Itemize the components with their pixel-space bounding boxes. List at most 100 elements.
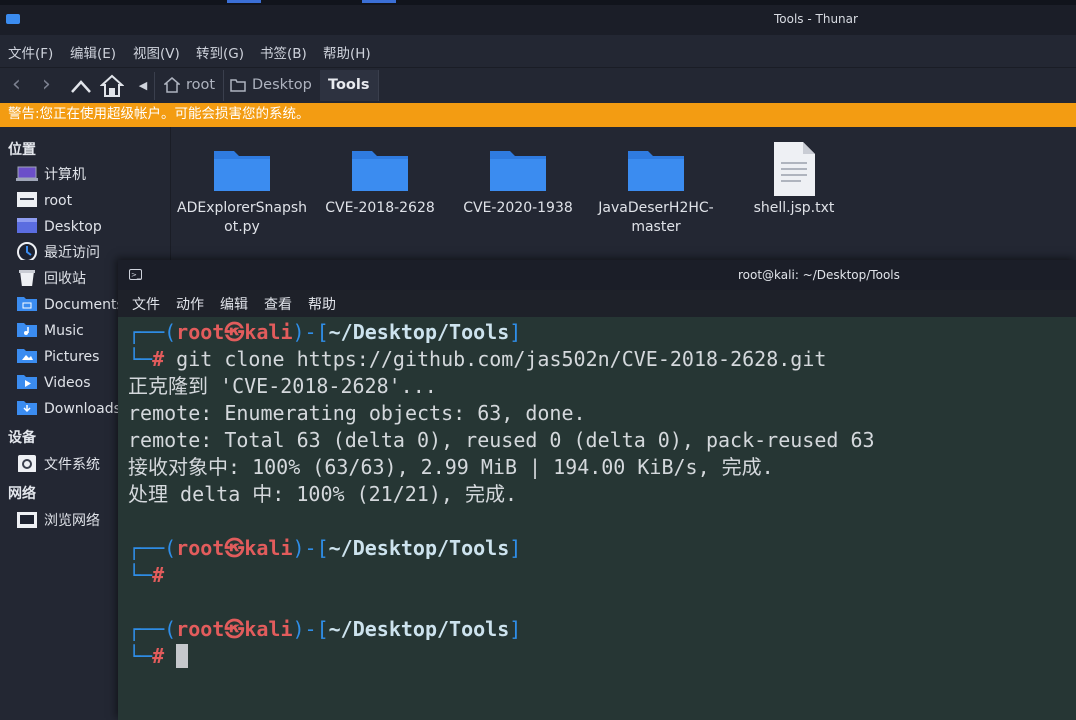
- sidebar-item-filesystem[interactable]: 文件系统: [16, 453, 100, 477]
- sidebar-item-downloads[interactable]: Downloads: [16, 397, 121, 421]
- folder-icon: [230, 79, 246, 92]
- thunar-toolbar: ‹ › ◀ root Desktop Tools: [0, 67, 1076, 104]
- folder-icon: [214, 151, 270, 191]
- breadcrumb-label: Tools: [328, 77, 370, 93]
- pictures-folder-icon: [17, 349, 37, 363]
- sidebar-item-label: 浏览网络: [44, 513, 100, 529]
- menu-edit[interactable]: 编辑(E): [70, 42, 116, 62]
- up-arrow-icon[interactable]: [70, 78, 92, 94]
- terminal-menu-help[interactable]: 帮助: [308, 294, 336, 314]
- file-label: CVE-2020-1938: [463, 200, 573, 216]
- menu-go[interactable]: 转到(G): [196, 42, 244, 62]
- drive-icon: [18, 455, 36, 472]
- sidebar-item-music[interactable]: Music: [16, 319, 84, 343]
- file-label: shell.jsp.txt: [753, 200, 835, 216]
- breadcrumb-label: root: [186, 77, 216, 93]
- sidebar-item-label: Videos: [44, 375, 91, 391]
- forward-icon[interactable]: ›: [42, 74, 51, 96]
- prompt-line: ┌──(root㉿kali)-[~/Desktop/Tools]: [128, 536, 522, 560]
- panel-indicator: [227, 0, 261, 3]
- file-label: CVE-2018-2628: [325, 200, 435, 216]
- sidebar-item-browse-network[interactable]: 浏览网络: [16, 509, 100, 533]
- output-line: 接收对象中: 100% (63/63), 2.99 MiB | 194.00 K…: [128, 455, 774, 479]
- folder-icon: [490, 151, 546, 191]
- command-line: └─# git clone https://github.com/jas502n…: [128, 347, 827, 371]
- home-icon[interactable]: [100, 74, 124, 98]
- breadcrumb-desktop[interactable]: Desktop: [222, 70, 321, 101]
- sidebar-item-recent[interactable]: 最近访问: [16, 241, 100, 265]
- folder-icon: [352, 151, 408, 191]
- sidebar-item-trash[interactable]: 回收站: [16, 267, 86, 291]
- breadcrumb-tools[interactable]: Tools: [320, 70, 379, 101]
- downloads-folder-icon: [17, 401, 37, 415]
- menu-bookmarks[interactable]: 书签(B): [260, 42, 307, 62]
- folder-icon: [628, 151, 684, 191]
- sidebar-item-pictures[interactable]: Pictures: [16, 345, 99, 369]
- active-command-line[interactable]: └─#: [128, 643, 189, 670]
- sidebar-item-label: 计算机: [44, 167, 86, 183]
- home-icon: [164, 77, 180, 93]
- panel-indicator: [362, 0, 396, 3]
- music-folder-icon: [17, 323, 37, 337]
- sidebar-item-computer[interactable]: 计算机: [16, 163, 86, 187]
- sidebar-item-label: root: [44, 193, 73, 209]
- trash-icon: [19, 270, 35, 286]
- sidebar-heading-network: 网络: [8, 486, 36, 502]
- clock-icon: [17, 242, 37, 260]
- desktop-icon: [17, 218, 37, 233]
- terminal-menu-actions[interactable]: 动作: [176, 294, 204, 314]
- file-label: ADExplorerSnapsh ot.py: [177, 200, 308, 235]
- superuser-warning-banner: 警告:您正在使用超级帐户。可能会损害您的系统。: [0, 103, 1076, 127]
- sidebar-item-documents[interactable]: Documents: [16, 293, 124, 317]
- file-item[interactable]: CVE-2020-1938: [453, 145, 583, 218]
- menu-help[interactable]: 帮助(H): [323, 42, 371, 62]
- home-folder-icon: [17, 192, 37, 207]
- terminal-menu-view[interactable]: 查看: [264, 294, 292, 314]
- terminal-output[interactable]: ┌──(root㉿kali)-[~/Desktop/Tools] └─# git…: [118, 317, 1076, 720]
- output-line: remote: Enumerating objects: 63, done.: [128, 401, 586, 425]
- command-line: └─#: [128, 563, 165, 587]
- documents-folder-icon: [17, 297, 37, 311]
- thunar-titlebar: Tools - Thunar: [0, 5, 1076, 35]
- output-line: remote: Total 63 (delta 0), reused 0 (de…: [128, 428, 875, 452]
- output-line: 正克隆到 'CVE-2018-2628'...: [128, 374, 437, 398]
- file-item[interactable]: shell.jsp.txt: [729, 142, 859, 218]
- sidebar-item-label: Pictures: [44, 349, 100, 365]
- sidebar-item-label: Downloads: [44, 401, 121, 417]
- terminal-window: >_ root@kali: ~/Desktop/Tools 文件 动作 编辑 查…: [118, 260, 1076, 720]
- menu-file[interactable]: 文件(F): [8, 42, 53, 62]
- sidebar-item-videos[interactable]: Videos: [16, 371, 91, 395]
- prompt-line: ┌──(root㉿kali)-[~/Desktop/Tools]: [128, 320, 522, 344]
- sidebar-item-label: Desktop: [44, 219, 102, 235]
- file-label: JavaDeserH2HC- master: [598, 200, 714, 235]
- file-item[interactable]: CVE-2018-2628: [315, 145, 445, 218]
- terminal-titlebar: >_ root@kali: ~/Desktop/Tools: [118, 260, 1076, 290]
- breadcrumb-root[interactable]: root: [156, 70, 225, 101]
- sidebar-item-label: 最近访问: [44, 245, 100, 261]
- breadcrumb-scroll-left[interactable]: ◀: [132, 72, 155, 100]
- sidebar-item-root[interactable]: root: [16, 189, 72, 213]
- terminal-icon: >_: [129, 269, 142, 280]
- terminal-title: root@kali: ~/Desktop/Tools: [738, 268, 900, 282]
- sidebar-item-label: Documents: [44, 297, 124, 313]
- terminal-menubar: 文件 动作 编辑 查看 帮助: [118, 290, 1076, 317]
- prompt-line: ┌──(root㉿kali)-[~/Desktop/Tools]: [128, 617, 522, 641]
- sidebar-item-label: 文件系统: [44, 457, 100, 473]
- videos-folder-icon: [17, 375, 37, 389]
- thunar-menubar: 文件(F) 编辑(E) 视图(V) 转到(G) 书签(B) 帮助(H): [0, 35, 1076, 67]
- terminal-menu-file[interactable]: 文件: [132, 294, 160, 314]
- network-icon: [17, 512, 37, 528]
- sidebar-heading-places: 位置: [8, 142, 36, 158]
- text-file-icon: [774, 142, 815, 196]
- file-item[interactable]: JavaDeserH2HC- master: [591, 145, 721, 237]
- sidebar-item-desktop[interactable]: Desktop: [16, 215, 102, 239]
- back-icon[interactable]: ‹: [12, 74, 21, 96]
- sidebar-item-label: Music: [44, 323, 84, 339]
- breadcrumb-label: Desktop: [252, 77, 312, 93]
- file-item[interactable]: ADExplorerSnapsh ot.py: [177, 145, 307, 237]
- sidebar-item-label: 回收站: [44, 271, 86, 287]
- menu-view[interactable]: 视图(V): [133, 42, 180, 62]
- terminal-menu-edit[interactable]: 编辑: [220, 294, 248, 314]
- output-line: 处理 delta 中: 100% (21/21), 完成.: [128, 482, 517, 506]
- window-title: Tools - Thunar: [774, 12, 858, 26]
